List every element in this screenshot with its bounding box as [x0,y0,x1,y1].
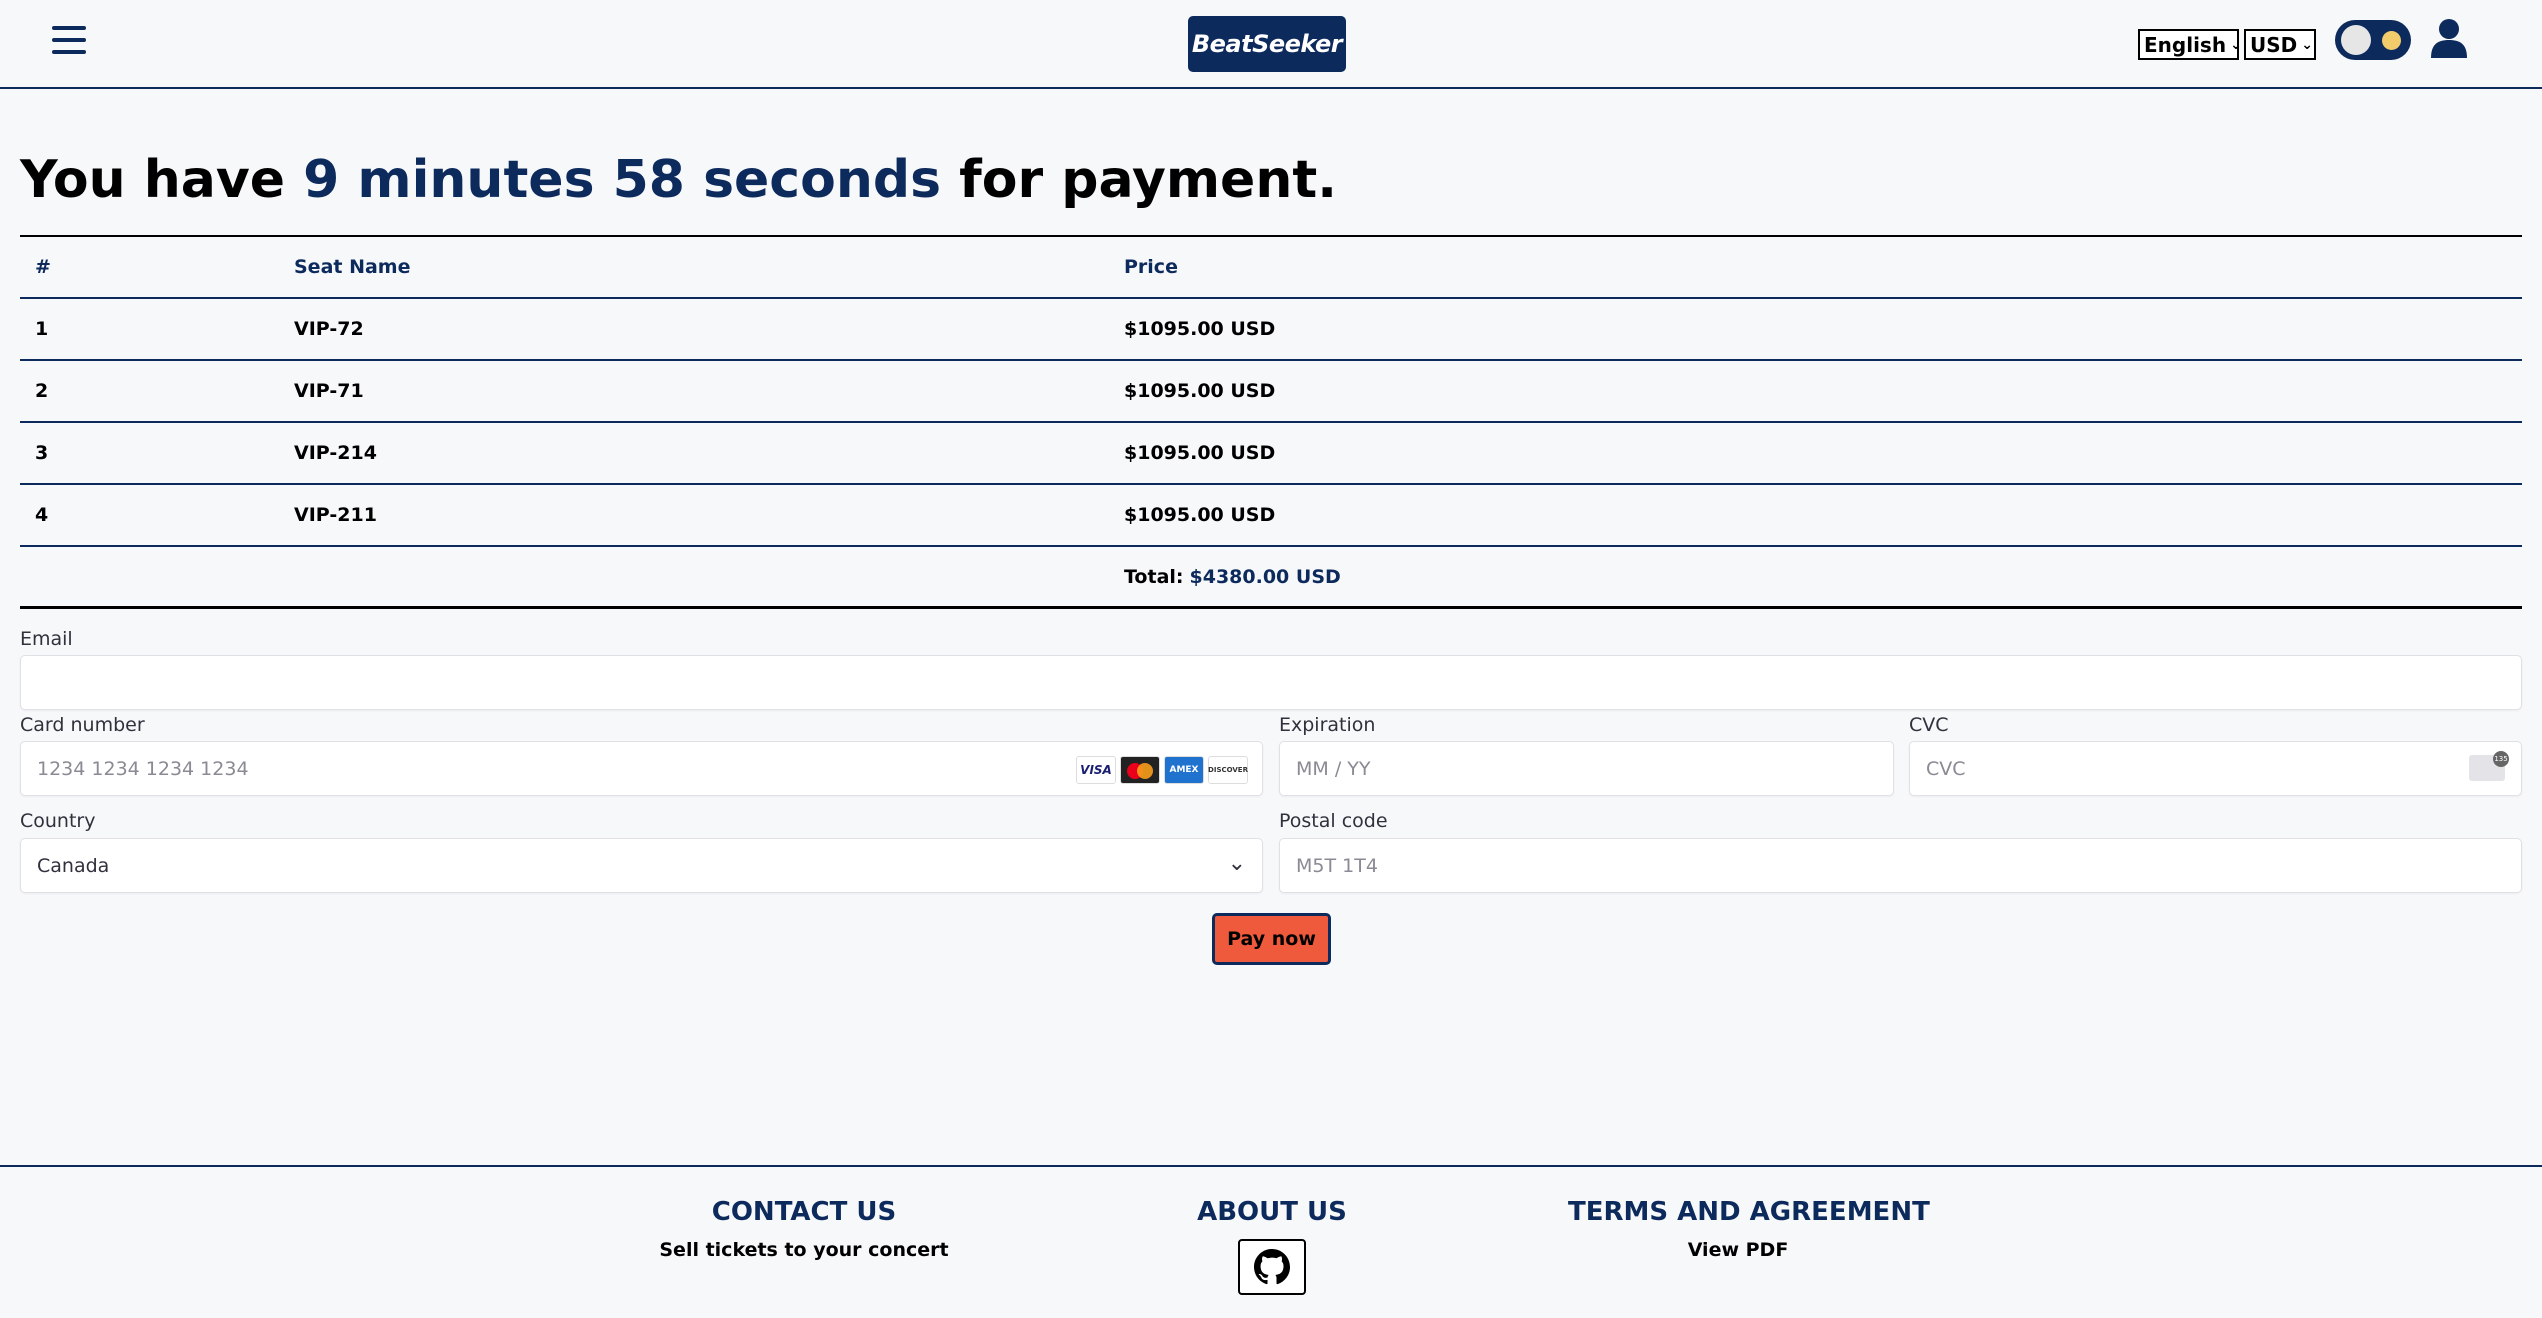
column-header-number: # [35,256,51,278]
logo[interactable]: BeatSeeker [1188,16,1346,72]
expiration-label: Expiration [1279,714,1376,736]
pay-now-button[interactable]: Pay now [1212,913,1331,965]
seat-name: VIP-214 [294,442,377,464]
seat-price: $1095.00 USD [1124,380,1276,402]
row-number: 2 [35,380,49,402]
table-total-row: Total: $4380.00 USD [20,547,2522,609]
email-label: Email [20,628,73,650]
user-icon[interactable] [2430,18,2468,58]
hamburger-menu-icon[interactable] [52,26,86,56]
mastercard-icon [1120,756,1160,784]
cvc-placeholder: CVC [1926,757,1966,780]
total-value: $4380.00 USD [1189,565,1341,588]
country-label: Country [20,810,96,832]
seats-table: # Seat Name Price 1 VIP-72 $1095.00 USD … [20,235,2522,609]
site-header: BeatSeeker English ⌄ USD ⌄ [0,0,2542,89]
chevron-down-icon: ⌄ [2301,36,2313,53]
row-number: 1 [35,318,49,340]
column-header-price: Price [1124,256,1178,278]
amex-icon: AMEX [1164,756,1204,784]
country-select[interactable]: Canada ⌄ [20,838,1263,893]
chevron-down-icon: ⌄ [1227,851,1246,876]
language-select[interactable]: English ⌄ [2138,29,2242,60]
postal-code-label: Postal code [1279,810,1388,832]
seat-price: $1095.00 USD [1124,504,1276,526]
seat-price: $1095.00 USD [1124,318,1276,340]
contact-heading: CONTACT US [711,1197,897,1227]
total-label: Total: [1124,565,1184,588]
title-prefix: You have [20,150,304,210]
table-row: 1 VIP-72 $1095.00 USD [20,299,2522,361]
total-cell: Total: $4380.00 USD [1124,547,1341,606]
seat-name: VIP-71 [294,380,364,402]
title-suffix: for payment. [941,150,1337,210]
postal-code-field[interactable]: M5T 1T4 [1279,838,2522,893]
card-number-label: Card number [20,714,145,736]
footer-about: ABOUT US [1172,1197,1372,1295]
sell-tickets-link[interactable]: Sell tickets to your concert [654,1239,954,1261]
github-button[interactable] [1238,1239,1306,1295]
seat-name: VIP-72 [294,318,364,340]
row-number: 3 [35,442,49,464]
countdown-timer: 9 minutes 58 seconds [303,150,942,210]
table-row: 3 VIP-214 $1095.00 USD [20,423,2522,485]
card-brands: VISA AMEX DISCOVER [1076,756,1248,784]
discover-icon: DISCOVER [1208,756,1248,784]
about-heading: ABOUT US [1197,1197,1347,1227]
currency-value: USD [2250,32,2298,57]
currency-select[interactable]: USD ⌄ [2244,29,2316,60]
page-title: You have 9 minutes 58 seconds for paymen… [20,150,1337,210]
seat-name: VIP-211 [294,504,377,526]
table-row: 2 VIP-71 $1095.00 USD [20,361,2522,423]
table-row: 4 VIP-211 $1095.00 USD [20,485,2522,547]
footer-contact: CONTACT US Sell tickets to your concert [654,1197,954,1261]
sun-icon [2382,31,2401,50]
theme-toggle[interactable] [2335,20,2411,60]
visa-icon: VISA [1076,756,1116,784]
cvc-label: CVC [1909,714,1949,736]
footer-terms: TERMS AND AGREEMENT View PDF [1568,1197,1930,1261]
cvc-card-icon [2469,751,2509,781]
column-header-seat: Seat Name [294,256,411,278]
table-header-row: # Seat Name Price [20,237,2522,299]
country-value: Canada [37,854,110,877]
row-number: 4 [35,504,49,526]
site-footer: CONTACT US Sell tickets to your concert … [0,1165,2542,1318]
card-number-placeholder: 1234 1234 1234 1234 [37,757,249,780]
chevron-down-icon: ⌄ [2230,36,2242,53]
terms-heading: TERMS AND AGREEMENT [1568,1197,1930,1227]
email-field[interactable] [20,655,2522,710]
github-icon [1254,1249,1290,1285]
view-pdf-link[interactable]: View PDF [1568,1239,1908,1261]
language-value: English [2144,32,2227,57]
toggle-knob [2341,25,2371,55]
expiration-field[interactable]: MM / YY [1279,741,1894,796]
cvc-field[interactable]: CVC [1909,741,2522,796]
card-number-field[interactable]: 1234 1234 1234 1234 VISA AMEX DISCOVER [20,741,1263,796]
seat-price: $1095.00 USD [1124,442,1276,464]
